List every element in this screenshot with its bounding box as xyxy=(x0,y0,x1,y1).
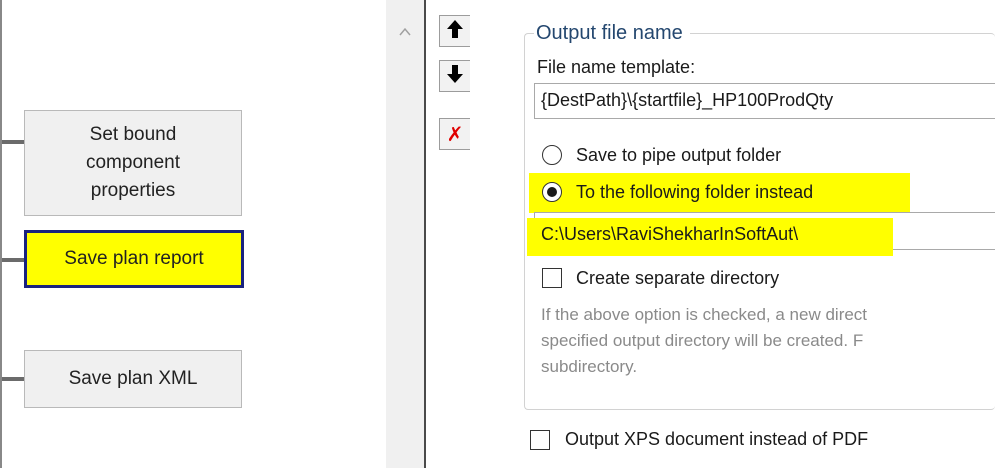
create-separate-directory-checkbox[interactable] xyxy=(542,268,562,288)
connector-stub xyxy=(2,258,24,262)
following-folder-radio[interactable] xyxy=(542,182,562,202)
output-xps-checkbox[interactable] xyxy=(530,430,550,450)
delete-button[interactable]: ✗ xyxy=(439,118,471,150)
scroll-up-chevron-icon[interactable] xyxy=(397,24,413,40)
plan-node-save-plan-xml[interactable]: Save plan XML xyxy=(24,350,242,408)
help-text-line: If the above option is checked, a new di… xyxy=(541,305,868,324)
plan-node-set-bound-component-properties[interactable]: Set bound component properties xyxy=(24,110,242,216)
group-legend: Output file name xyxy=(534,18,690,48)
splitter-line xyxy=(424,0,426,468)
canvas-border xyxy=(0,0,2,468)
arrow-down-icon xyxy=(445,63,465,90)
plan-node-save-plan-report[interactable]: Save plan report xyxy=(24,230,244,288)
following-folder-label[interactable]: To the following folder instead xyxy=(576,180,813,204)
help-text-line: subdirectory. xyxy=(541,357,638,376)
file-name-template-label: File name template: xyxy=(537,57,696,77)
radio-selected-icon xyxy=(542,182,562,202)
output-xps-label[interactable]: Output XPS document instead of PDF xyxy=(565,427,868,451)
output-folder-value: C:\Users\RaviShekharInSoftAut\ xyxy=(541,224,799,244)
plan-node-label: Save plan report xyxy=(64,248,204,269)
connector-stub xyxy=(2,140,24,144)
move-down-button[interactable] xyxy=(439,60,471,92)
create-separate-directory-label[interactable]: Create separate directory xyxy=(576,266,779,290)
save-to-pipe-folder-radio[interactable] xyxy=(542,145,562,165)
plan-node-label: Save plan XML xyxy=(68,368,198,389)
move-up-button[interactable] xyxy=(439,15,471,47)
file-name-template-input[interactable]: {DestPath}\{startfile}_HP100ProdQty xyxy=(534,83,995,119)
plan-node-label: Set bound component properties xyxy=(85,124,180,201)
red-x-icon: ✗ xyxy=(446,122,464,146)
file-name-template-value: {DestPath}\{startfile}_HP100ProdQty xyxy=(541,90,834,110)
help-text-line: specified output directory will be creat… xyxy=(541,331,864,350)
radio-unselected-icon xyxy=(542,145,562,165)
vertical-scrollbar[interactable] xyxy=(386,0,424,468)
connector-stub xyxy=(2,377,24,381)
save-to-pipe-folder-label[interactable]: Save to pipe output folder xyxy=(576,143,781,167)
arrow-up-icon xyxy=(445,18,465,45)
